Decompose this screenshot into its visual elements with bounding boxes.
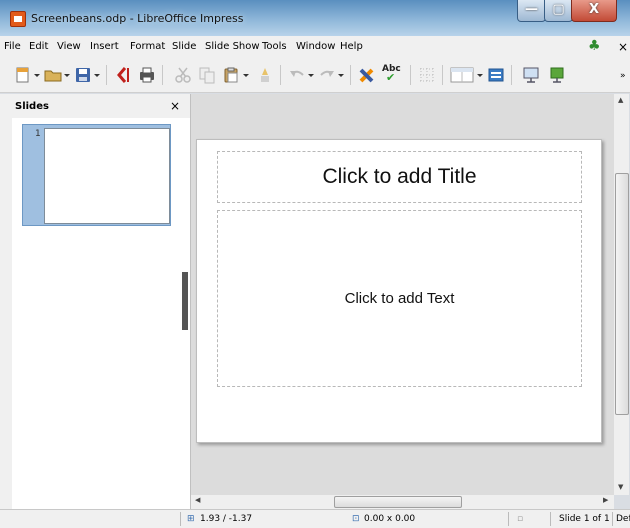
vertical-scroll-thumb[interactable]	[615, 173, 629, 415]
panel-splitter-handle[interactable]	[182, 272, 188, 330]
slide-thumbnail[interactable]	[44, 128, 170, 224]
menu-file[interactable]: File	[4, 41, 21, 52]
status-divider	[612, 512, 613, 526]
menu-tools[interactable]: Tools	[262, 41, 287, 52]
standard-toolbar: Abc ✔ »	[0, 58, 630, 93]
scroll-down-icon[interactable]: ▼	[618, 483, 623, 491]
slide-show-icon[interactable]	[522, 66, 540, 84]
table-dropdown-icon[interactable]	[477, 66, 483, 84]
slide-canvas[interactable]: Click to add Title Click to add Text	[196, 139, 602, 443]
menu-edit[interactable]: Edit	[29, 41, 48, 52]
object-size: 0.00 x 0.00	[364, 514, 416, 524]
maximize-button[interactable]: ▢	[544, 0, 573, 22]
vertical-scrollbar[interactable]: ▲ ▼	[614, 94, 629, 495]
left-sidebar-strip	[0, 94, 12, 509]
cut-icon[interactable]	[174, 66, 192, 84]
redo-dropdown-icon[interactable]	[338, 66, 344, 84]
redo-icon[interactable]	[318, 66, 336, 84]
title-placeholder[interactable]: Click to add Title	[217, 151, 582, 203]
document-modified-icon[interactable]: ▫	[517, 514, 523, 524]
slide-number: 1	[35, 129, 41, 139]
menu-bar: File Edit View Insert Format Slide Slide…	[0, 36, 630, 59]
close-document-icon[interactable]: ×	[618, 40, 628, 54]
toolbar-separator	[410, 65, 411, 85]
slides-panel-close-icon[interactable]: ×	[170, 99, 180, 113]
close-icon: X	[588, 2, 600, 17]
window-title-bar: Screenbeans.odp - LibreOffice Impress — …	[0, 0, 630, 36]
undo-dropdown-icon[interactable]	[308, 66, 314, 84]
maximize-icon: ▢	[552, 2, 565, 17]
toolbar-overflow-icon[interactable]: »	[620, 71, 626, 81]
slide-counter: Slide 1 of 1	[559, 514, 610, 524]
grid-icon[interactable]	[418, 66, 436, 84]
menu-slide[interactable]: Slide	[172, 41, 196, 52]
toolbar-separator	[106, 65, 107, 85]
slide-layout-name: Def	[616, 514, 630, 524]
impress-app-icon	[10, 11, 26, 27]
open-dropdown-icon[interactable]	[64, 66, 70, 84]
export-pdf-icon[interactable]	[114, 66, 132, 84]
toolbar-separator	[162, 65, 163, 85]
image-icon[interactable]	[487, 66, 505, 84]
find-replace-icon[interactable]	[358, 66, 376, 84]
slide-thumbnails: 1	[12, 118, 190, 509]
new-document-dropdown-icon[interactable]	[34, 66, 40, 84]
toolbar-separator	[442, 65, 443, 85]
paste-dropdown-icon[interactable]	[243, 66, 249, 84]
status-divider	[508, 512, 509, 526]
open-folder-icon[interactable]	[44, 66, 62, 84]
scroll-up-icon[interactable]: ▲	[618, 96, 623, 104]
size-icon: ⊡	[352, 514, 360, 524]
print-icon[interactable]	[138, 66, 156, 84]
new-document-icon[interactable]	[14, 66, 32, 84]
minimize-button[interactable]: —	[517, 0, 546, 22]
menu-insert[interactable]: Insert	[90, 41, 119, 52]
paste-icon[interactable]	[222, 66, 240, 84]
menu-slide-show[interactable]: Slide Show	[205, 41, 260, 52]
status-divider	[180, 512, 181, 526]
close-button[interactable]: X	[571, 0, 617, 22]
scroll-right-icon[interactable]: ▶	[603, 496, 608, 504]
window-title: Screenbeans.odp - LibreOffice Impress	[31, 12, 244, 25]
clone-formatting-icon[interactable]	[256, 66, 274, 84]
toolbar-separator	[350, 65, 351, 85]
scroll-left-icon[interactable]: ◀	[195, 496, 200, 504]
toolbar-separator	[280, 65, 281, 85]
menu-window[interactable]: Window	[296, 41, 335, 52]
cursor-position: 1.93 / -1.37	[200, 514, 253, 524]
spellcheck-icon[interactable]: Abc ✔	[382, 64, 404, 83]
status-bar: ⊞ 1.93 / -1.37 ⊡ 0.00 x 0.00 ▫ Slide 1 o…	[0, 509, 630, 528]
status-divider	[550, 512, 551, 526]
presentation-icon[interactable]	[548, 66, 566, 84]
horizontal-scroll-thumb[interactable]	[334, 496, 462, 508]
toolbar-separator	[511, 65, 512, 85]
extension-update-icon[interactable]: ♣	[588, 39, 602, 53]
save-dropdown-icon[interactable]	[94, 66, 100, 84]
position-icon: ⊞	[187, 514, 195, 524]
table-icon[interactable]	[450, 66, 474, 84]
slides-panel-title: Slides	[15, 101, 49, 112]
undo-icon[interactable]	[288, 66, 306, 84]
horizontal-scrollbar[interactable]: ◀ ▶	[191, 495, 614, 509]
slides-panel: Slides × 1	[12, 94, 191, 509]
text-placeholder[interactable]: Click to add Text	[217, 210, 582, 387]
copy-icon[interactable]	[198, 66, 216, 84]
menu-view[interactable]: View	[57, 41, 81, 52]
menu-help[interactable]: Help	[340, 41, 363, 52]
minimize-icon: —	[525, 2, 538, 17]
menu-format[interactable]: Format	[130, 41, 165, 52]
save-icon[interactable]	[74, 66, 92, 84]
